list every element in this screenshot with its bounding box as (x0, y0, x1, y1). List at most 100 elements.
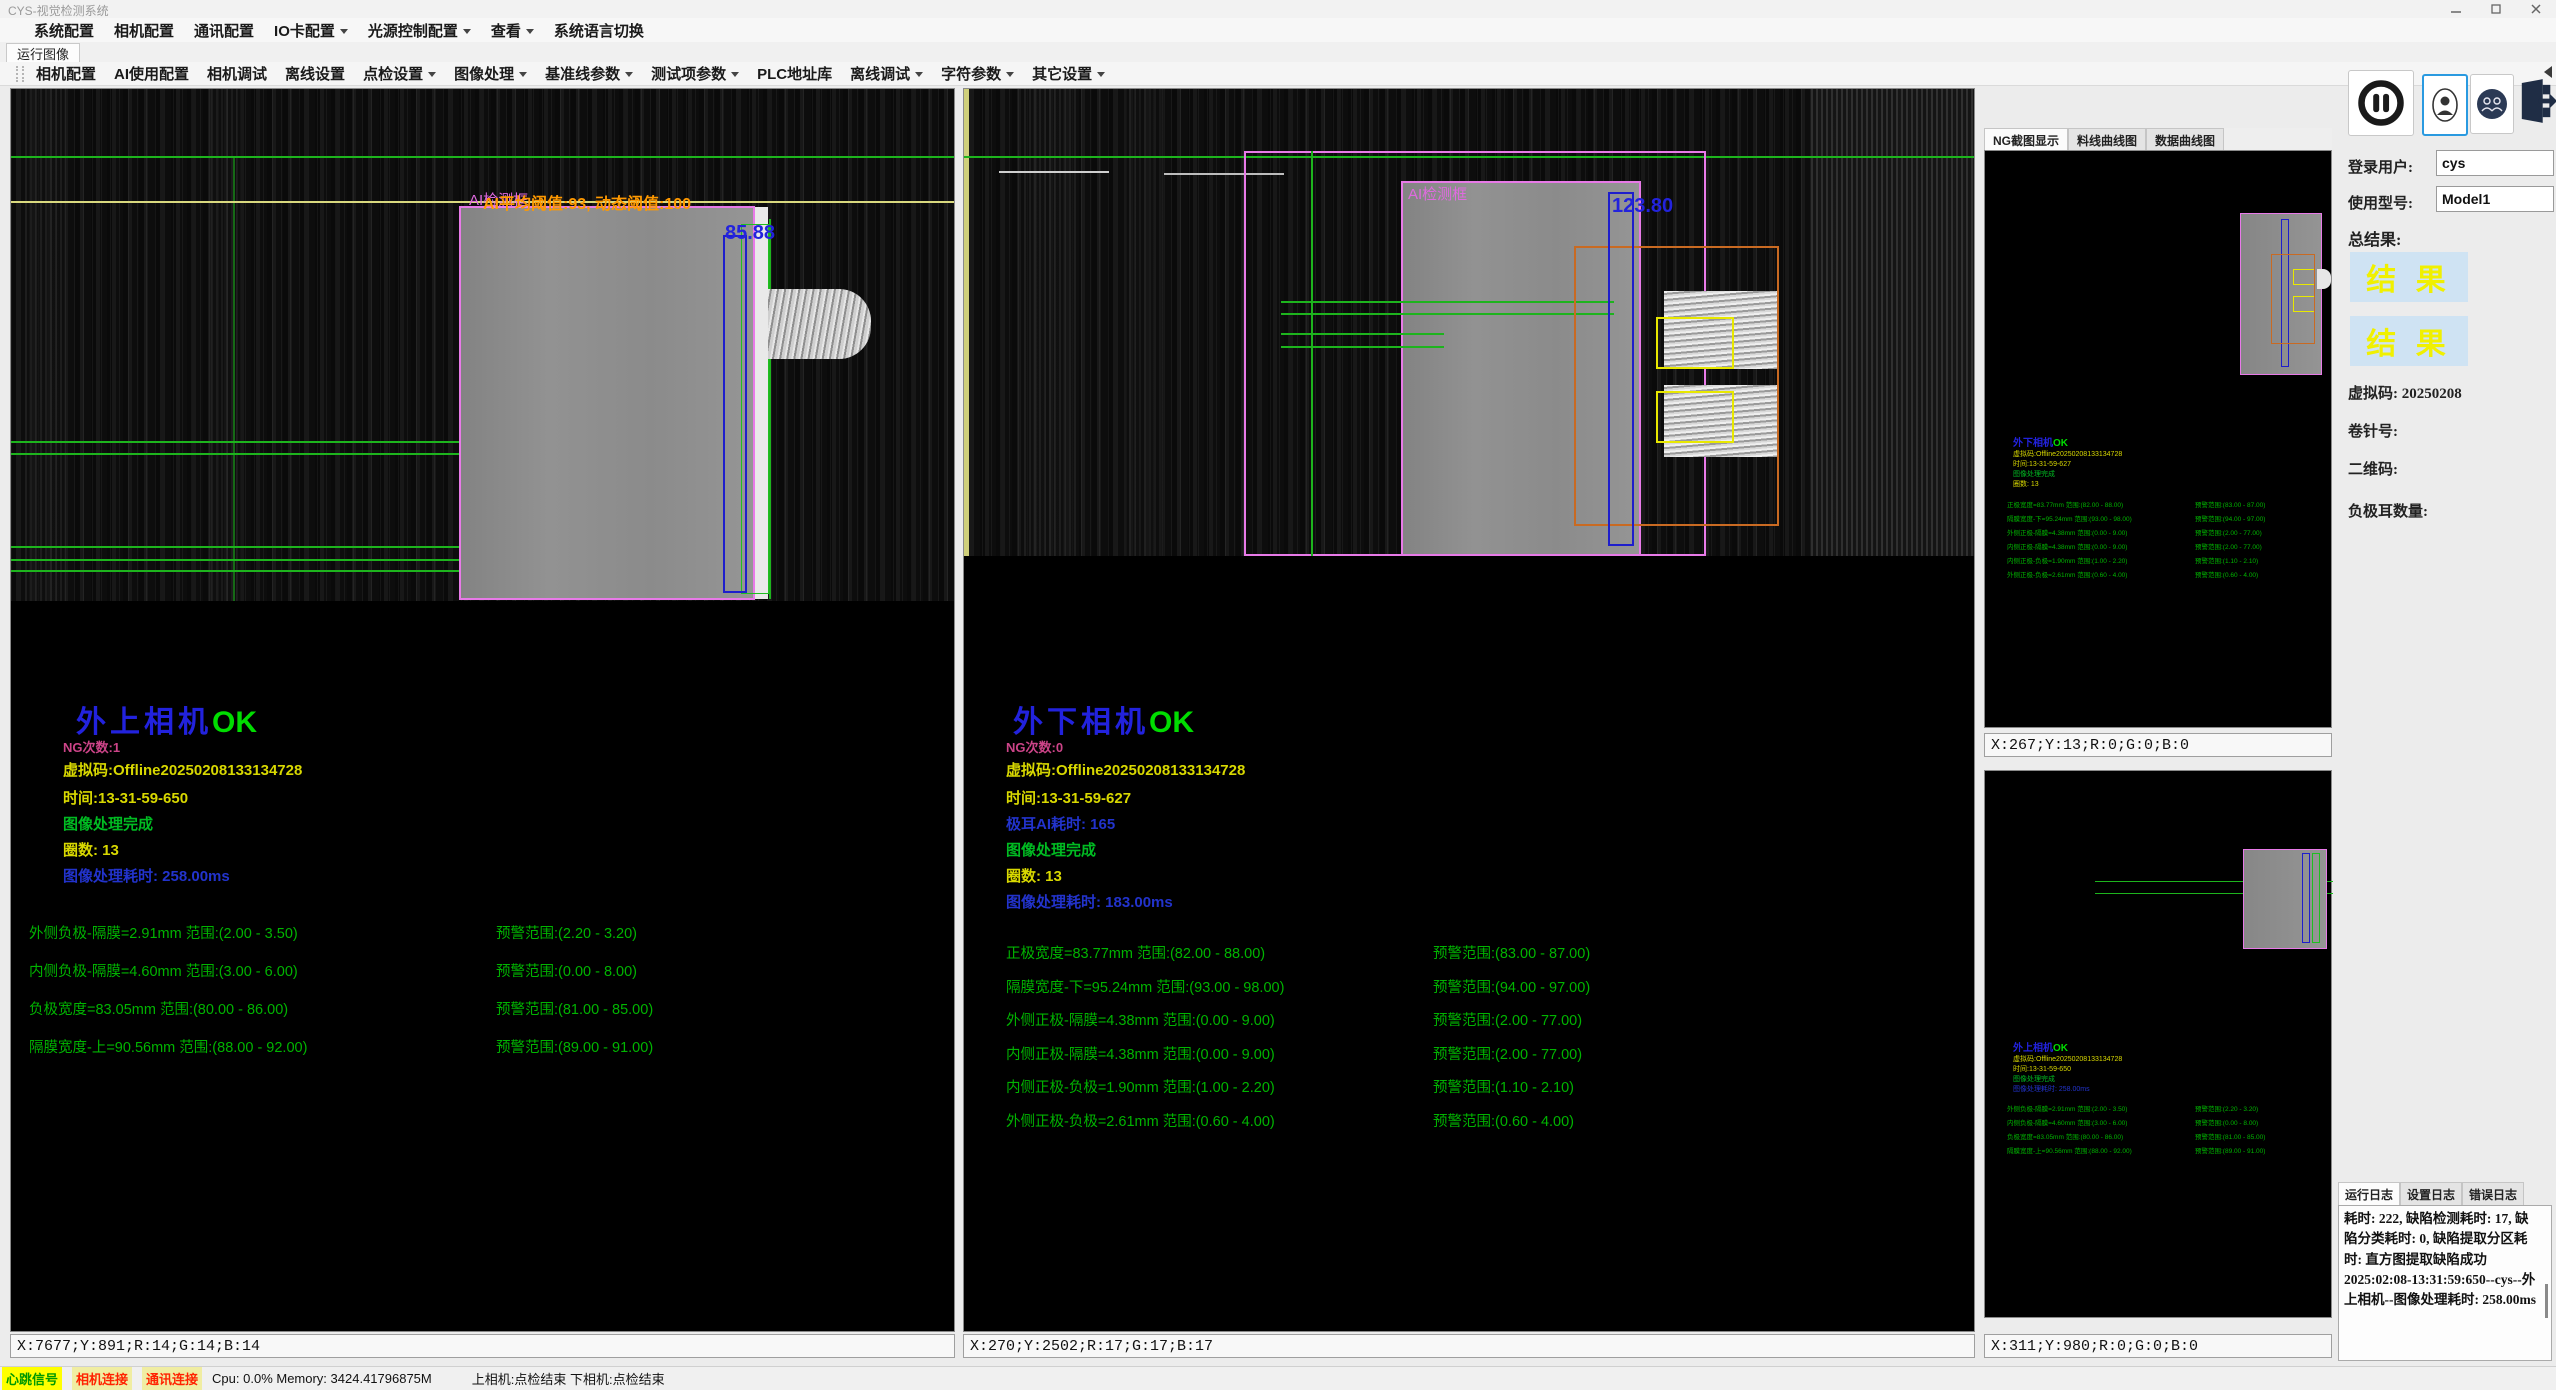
result-box-2: 结 果 (2350, 316, 2468, 366)
tool-offline-settings[interactable]: 离线设置 (285, 63, 345, 84)
chevron-down-icon (1097, 72, 1105, 77)
mini-capture-time: 时间:13-31-59-627 (2013, 459, 2071, 469)
warn-range-text: 预警范围:(2.00 - 77.00) (1433, 1009, 1582, 1030)
overlay-line (233, 156, 235, 601)
log-text: 耗时: 222, 缺陷检测耗时: 17, 缺陷分类耗时: 0, 缺陷提取分区耗时… (2344, 1211, 2536, 1307)
mini-loop-count: 圈数: 13 (2013, 479, 2039, 489)
run-log-box[interactable]: 耗时: 222, 缺陷检测耗时: 17, 缺陷分类耗时: 0, 缺陷提取分区耗时… (2338, 1205, 2552, 1361)
warn-range-text: 预警范围:(89.00 - 91.00) (496, 1036, 653, 1057)
mini-metal-pin (2317, 269, 2331, 289)
tool-image-processing[interactable]: 图像处理 (454, 63, 527, 84)
mini-measure: 预警范围:(83.00 - 87.00) (2195, 499, 2265, 509)
overlay-line (11, 453, 461, 455)
tab-data-curve[interactable]: 数据曲线图 (2146, 128, 2224, 150)
orange-detect-box (1574, 246, 1779, 526)
tool-baseline-params[interactable]: 基准线参数 (545, 63, 633, 84)
minimize-icon[interactable] (2436, 0, 2476, 18)
tool-offline-debug[interactable]: 离线调试 (850, 63, 923, 84)
model-input[interactable]: Model1 (2436, 186, 2554, 212)
capture-time: 时间:13-31-59-650 (63, 787, 188, 808)
chevron-down-icon (526, 29, 534, 34)
mini-measure: 内侧负极-隔膜=4.60mm 范围:(3.00 - 6.00) (2007, 1117, 2127, 1127)
ng-view-tabs: NG截图显示 料线曲线图 数据曲线图 (1984, 128, 2332, 151)
mini-measure: 内侧正极-隔膜=4.38mm 范围:(0.00 - 9.00) (2007, 541, 2127, 551)
tab-run-log[interactable]: 运行日志 (2338, 1182, 2400, 1206)
overlay-line (1311, 151, 1313, 556)
comm-connect-status: 通讯连接 (142, 1367, 202, 1390)
tool-plc-address-lib[interactable]: PLC地址库 (757, 63, 832, 84)
mini-measure: 预警范围:(0.60 - 4.00) (2195, 569, 2258, 579)
tab-ng-screenshot[interactable]: NG截图显示 (1984, 128, 2068, 150)
loop-count: 圈数: 13 (63, 839, 119, 860)
left-camera-panel[interactable]: AI检测框 AI平均阈值:93, 动态阈值:100 85.88 外上相机OK N… (10, 88, 955, 1332)
measurement-text: 隔膜宽度-上=90.56mm 范围:(88.00 - 92.00) (29, 1036, 307, 1057)
camera-connect-status: 相机连接 (72, 1367, 132, 1390)
tool-ai-use-config[interactable]: AI使用配置 (114, 63, 189, 84)
menu-io-card-config[interactable]: IO卡配置 (274, 20, 348, 41)
mid-camera-panel[interactable]: AI检测框 123.80 外下相机OK NG次数:0 虚拟码:Offline20… (963, 88, 1975, 1332)
left-camera-image[interactable]: AI检测框 AI平均阈值:93, 动态阈值:100 85.88 (11, 89, 954, 601)
warn-range-text: 预警范围:(2.00 - 77.00) (1433, 1043, 1582, 1064)
tool-camera-debug[interactable]: 相机调试 (207, 63, 267, 84)
left-pixel-coords: X:7677;Y:891;R:14;G:14;B:14 (10, 1334, 955, 1358)
yellow-tab-box (1656, 317, 1734, 369)
mini-measure: 预警范围:(89.00 - 91.00) (2195, 1145, 2265, 1155)
menu-view[interactable]: 查看 (491, 20, 534, 41)
ai-threshold-text: AI平均阈值:93, 动态阈值:100 (483, 190, 691, 214)
mini-virtual-code: 虚拟码:Offline20250208133134728 (2013, 449, 2122, 459)
maximize-icon[interactable] (2476, 0, 2516, 18)
close-icon[interactable] (2516, 0, 2556, 18)
mid-camera-image[interactable]: AI检测框 123.80 (964, 89, 1974, 556)
chevron-down-icon (463, 29, 471, 34)
menu-light-control-config[interactable]: 光源控制配置 (368, 20, 471, 41)
tab-row: 运行图像 (0, 42, 2556, 63)
blue-measure-box (723, 235, 747, 593)
ng-thumbnail-2[interactable]: 外上相机OK 虚拟码:Offline20250208133134728 时间:1… (1984, 770, 2332, 1318)
tool-test-item-params[interactable]: 测试项参数 (651, 63, 739, 84)
measurement-text: 正极宽度=83.77mm 范围:(82.00 - 88.00) (1006, 942, 1265, 963)
measurement-text: 外侧正极-负极=2.61mm 范围:(0.60 - 4.00) (1006, 1110, 1275, 1131)
tool-other-settings[interactable]: 其它设置 (1032, 63, 1105, 84)
tool-spot-check[interactable]: 点检设置 (363, 63, 436, 84)
texture-band (1024, 89, 1079, 556)
toolbar-grip (16, 66, 24, 82)
pause-button[interactable] (2348, 70, 2414, 136)
capture-time: 时间:13-31-59-627 (1006, 787, 1131, 808)
logout-button[interactable] (2518, 70, 2556, 132)
tool-char-params[interactable]: 字符参数 (941, 63, 1014, 84)
pause-icon (2355, 77, 2407, 129)
tab-run-image[interactable]: 运行图像 (6, 43, 80, 63)
ai-box-label: AI检测框 (1408, 183, 1467, 204)
menu-comm-config[interactable]: 通讯配置 (194, 20, 254, 41)
process-elapsed: 图像处理耗时: 258.00ms (63, 865, 230, 886)
mini-green-box (2312, 853, 2320, 943)
ng-thumbnail-1[interactable]: 外下相机OK 虚拟码:Offline20250208133134728 时间:1… (1984, 150, 2332, 728)
chevron-down-icon (731, 72, 739, 77)
ng-count: NG次数:0 (1006, 737, 1063, 756)
ng-count: NG次数:1 (63, 737, 120, 756)
log-scrollbar[interactable] (2545, 1284, 2548, 1318)
log-tabs: 运行日志 设置日志 错误日志 (2338, 1182, 2524, 1206)
menu-language-switch[interactable]: 系统语言切换 (554, 20, 644, 41)
menu-system-config[interactable]: 系统配置 (34, 20, 94, 41)
tool-camera-config[interactable]: 相机配置 (36, 63, 96, 84)
mini-specimen (2243, 849, 2327, 949)
ai-elapsed: 极耳AI耗时: 165 (1006, 813, 1115, 834)
mini-measure: 预警范围:(0.00 - 8.00) (2195, 1117, 2258, 1127)
mid-pixel-coords: X:270;Y:2502;R:17;G:17;B:17 (963, 1334, 1975, 1358)
tab-error-log[interactable]: 错误日志 (2462, 1182, 2524, 1206)
tab-line-curve[interactable]: 料线曲线图 (2068, 128, 2146, 150)
overlay-line (1281, 313, 1614, 315)
mini-process-done: 图像处理完成 (2013, 1074, 2055, 1084)
mini-capture-time: 时间:13-31-59-650 (2013, 1064, 2071, 1074)
overlay-line (11, 546, 461, 548)
tab-settings-log[interactable]: 设置日志 (2400, 1182, 2462, 1206)
mini-measure: 外侧正极-负极=2.61mm 范围:(0.60 - 4.00) (2007, 569, 2127, 579)
login-user-input[interactable]: cys (2436, 150, 2554, 176)
user-button[interactable] (2422, 74, 2468, 136)
spot-check-status: 上相机:点检结束 下相机:点检结束 (472, 1369, 665, 1388)
user-group-button[interactable] (2470, 74, 2514, 134)
mini-measure: 负极宽度=83.05mm 范围:(80.00 - 86.00) (2007, 1131, 2123, 1141)
menu-camera-config[interactable]: 相机配置 (114, 20, 174, 41)
specimen-region (459, 206, 755, 600)
